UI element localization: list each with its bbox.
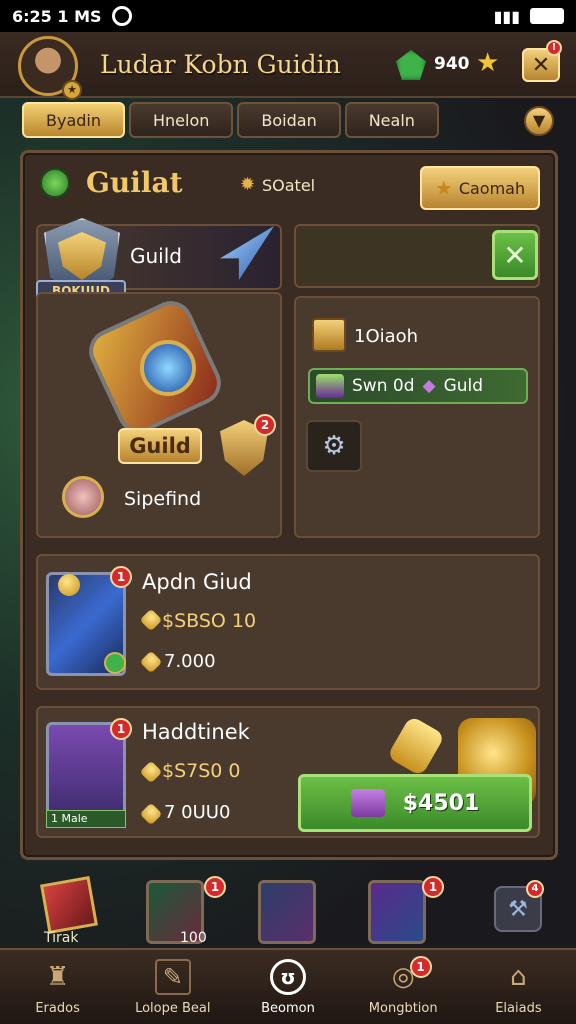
item-card[interactable] <box>368 880 426 944</box>
green-token-icon <box>104 652 126 674</box>
guild-emblem-icon: ʊ <box>270 959 306 995</box>
status-time: 6:25 1 MS <box>12 6 102 26</box>
buy-button[interactable]: $4501 <box>298 774 532 832</box>
item-card[interactable] <box>258 880 316 944</box>
gem-count: 940 <box>434 54 470 74</box>
guild-status-text: SOatel <box>262 176 316 195</box>
gift-icon <box>350 789 385 817</box>
card-badge: 4 <box>526 880 544 898</box>
nav-label: Erados <box>35 1001 80 1016</box>
chest-icon <box>312 318 346 352</box>
tab-byadin[interactable]: Byadin <box>22 102 125 138</box>
app-indicator-icon <box>111 6 132 26</box>
tab-nealn[interactable]: Nealn <box>344 102 439 138</box>
bottom-nav: ♜ Erados ✎ Lolope Beal ʊ Beomon ◎ 1 Mong… <box>0 948 576 1024</box>
card-label: 100 <box>180 930 207 946</box>
blue-gem-icon <box>140 340 196 396</box>
status-bar: 6:25 1 MS ▮▮▮ <box>0 0 576 32</box>
sun-icon: ✹ <box>240 174 256 195</box>
red-gem-card[interactable] <box>40 876 98 934</box>
house-icon: ⌂ <box>510 962 527 992</box>
emblem-label: Guild <box>130 244 182 268</box>
offer-tag: 1 Male <box>46 810 126 828</box>
buy-button-label: $4501 <box>402 790 480 816</box>
card-badge: 1 <box>204 876 226 898</box>
battery-icon <box>530 8 564 24</box>
green-x-button[interactable]: ✕ <box>492 230 538 280</box>
settings-icon-button[interactable]: ⚙ <box>306 420 362 472</box>
nav-label: Mongbtion <box>368 1001 438 1016</box>
nav-label: Lolope Beal <box>135 1001 211 1016</box>
signal-icon: ▮▮▮ <box>493 6 520 26</box>
nav-item[interactable]: ✎ Lolope Beal <box>115 950 230 1024</box>
side-item-2-text-b: Guld <box>443 376 484 396</box>
nav-item[interactable]: ♜ Erados <box>0 950 115 1024</box>
star-icon: ★ <box>434 176 453 200</box>
main-item-badge: 2 <box>254 414 276 436</box>
guild-heading: Guilat <box>86 166 183 199</box>
main-item-label: Guild <box>118 428 202 464</box>
nav-item[interactable]: ⌂ Elaiads <box>461 950 576 1024</box>
card-label: Tirak <box>44 930 79 946</box>
offer-badge: 1 <box>110 718 132 740</box>
nav-badge: 1 <box>409 956 432 978</box>
nav-label: Elaiads <box>495 1001 542 1016</box>
tab-bar: Byadin Hnelon Boidan Nealn <box>22 102 439 140</box>
nav-item-active[interactable]: ʊ Beomon <box>230 950 345 1024</box>
scroll-icon: ✎ <box>154 959 191 995</box>
side-item-1: 1Oiaoh <box>354 326 419 347</box>
card-badge: 1 <box>422 876 444 898</box>
offer-title: Haddtinek <box>142 720 250 744</box>
offer-price: $SBSO 10 <box>162 610 257 632</box>
offer-amount: 7 0UU0 <box>164 802 231 823</box>
side-item-2[interactable]: Swn 0d ◆ Guld <box>308 368 528 404</box>
offer-amount: 7.000 <box>164 651 216 672</box>
coin-icon <box>58 574 80 596</box>
nav-item[interactable]: ◎ 1 Mongbtion <box>346 950 461 1024</box>
coin-icon <box>62 476 104 518</box>
tab-hnelon[interactable]: Hnelon <box>129 102 234 138</box>
castle-icon: ♜ <box>45 962 70 992</box>
guild-action-button[interactable]: ★ Caomah <box>420 166 540 210</box>
close-badge: ! <box>546 40 562 56</box>
main-item-caption: Sipefind <box>124 488 202 510</box>
avatar-level-badge: ★ <box>62 80 82 100</box>
guild-action-label: Caomah <box>458 178 526 198</box>
page-title: Ludar Kobn Guidin <box>100 50 341 79</box>
star-icon: ★ <box>476 48 500 78</box>
green-gem-icon <box>316 374 344 398</box>
dropdown-button[interactable]: ▼ <box>524 106 554 136</box>
guild-icon <box>40 168 70 198</box>
purple-gem-icon: ◆ <box>422 376 436 396</box>
side-item-2-text-a: Swn 0d <box>352 376 415 396</box>
offer-badge: 1 <box>110 566 132 588</box>
offer-title: Apdn Giud <box>142 570 252 594</box>
tab-boidan[interactable]: Boidan <box>237 102 341 138</box>
offer-price: $S7S0 0 <box>162 760 241 782</box>
nav-label: Beomon <box>261 1001 315 1016</box>
